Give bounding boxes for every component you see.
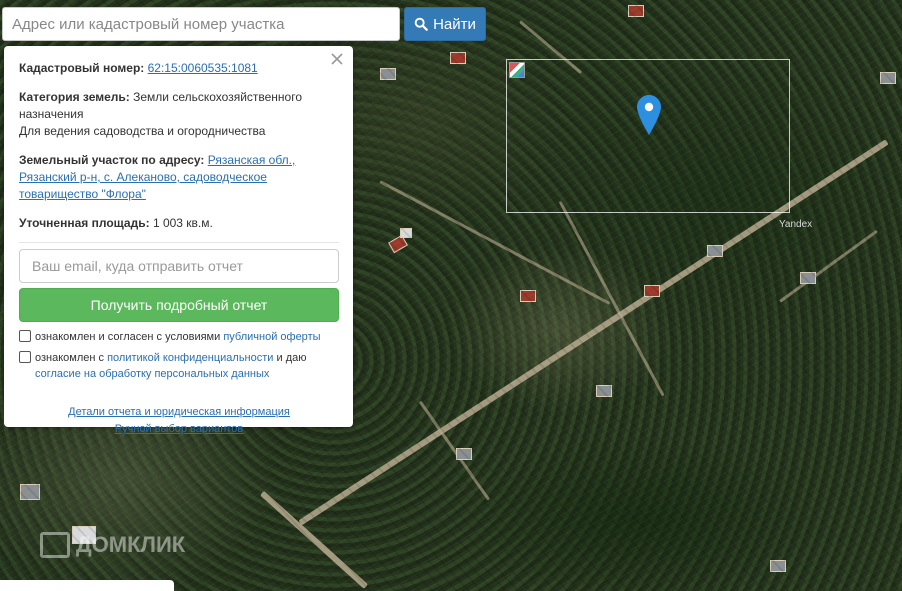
privacy-policy-link[interactable]: политикой конфиденциальности: [107, 352, 273, 364]
bottom-panel-edge: [0, 580, 174, 591]
offer-consent-label: ознакомлен и согласен с условиями: [35, 331, 221, 343]
cadastral-number-link[interactable]: 62:15:0060535:1081: [148, 61, 258, 75]
domclick-watermark: ДОМКЛИК: [40, 532, 185, 558]
map-building: [800, 272, 816, 284]
broken-image-icon: [509, 62, 525, 78]
cadastral-label: Кадастровый номер:: [19, 61, 145, 75]
map-building: [628, 5, 644, 17]
watermark-text: ДОМКЛИК: [76, 532, 186, 557]
search-button-label: Найти: [433, 15, 476, 33]
privacy-consent-row: ознакомлен с политикой конфиденциальност…: [19, 350, 339, 382]
map-building: [388, 234, 408, 254]
category-label: Категория земель:: [19, 90, 130, 104]
offer-consent-text: ознакомлен и согласен с условиями публич…: [35, 329, 321, 345]
parcel-info-panel: Кадастровый номер: 62:15:0060535:1081 Ка…: [4, 46, 353, 435]
email-field[interactable]: [19, 249, 339, 283]
map-pin-icon[interactable]: [637, 95, 661, 135]
address-label: Земельный участок по адресу:: [19, 153, 205, 167]
divider: [19, 242, 339, 243]
map-building: [456, 448, 472, 460]
privacy-consent-and: и даю: [276, 352, 307, 364]
map-building: [707, 245, 723, 257]
public-offer-link[interactable]: публичной оферты: [223, 331, 320, 343]
personal-data-consent-link[interactable]: согласие на обработку персональных данны…: [35, 368, 269, 380]
map-building: [880, 72, 896, 84]
area-label: Уточненная площадь:: [19, 216, 150, 230]
map-building: [380, 68, 396, 80]
report-details-link[interactable]: Детали отчета и юридическая информация: [19, 404, 339, 421]
offer-consent-checkbox[interactable]: [19, 330, 31, 342]
area-row: Уточненная площадь: 1 003 кв.м.: [19, 215, 339, 232]
map-building: [644, 285, 660, 297]
map-road: [779, 229, 878, 303]
map-building: [520, 290, 536, 302]
parcel-preview-frame: [506, 59, 790, 213]
privacy-consent-text: ознакомлен с политикой конфиденциальност…: [35, 350, 339, 382]
panel-footer-links: Детали отчета и юридическая информация Р…: [19, 404, 339, 438]
map-road: [418, 400, 491, 501]
get-report-button[interactable]: Получить подробный отчет: [19, 288, 339, 322]
map-road: [259, 490, 369, 589]
map-building: [400, 228, 412, 238]
category-row: Категория земель: Земли сельскохозяйстве…: [19, 89, 339, 140]
close-icon[interactable]: [330, 52, 344, 66]
map-building: [20, 484, 40, 500]
map-provider-label: Yandex: [779, 219, 813, 230]
privacy-consent-label: ознакомлен с: [35, 352, 105, 364]
map-building: [770, 560, 786, 572]
manual-selection-link[interactable]: Ручной выбор вариантов: [19, 421, 339, 438]
offer-consent-row: ознакомлен и согласен с условиями публич…: [19, 329, 339, 345]
search-input[interactable]: [2, 7, 400, 41]
cadastral-row: Кадастровый номер: 62:15:0060535:1081: [19, 60, 339, 77]
area-value: 1 003 кв.м.: [152, 216, 213, 230]
map-road: [558, 200, 665, 397]
house-logo-icon: [40, 532, 70, 558]
search-button[interactable]: Найти: [404, 7, 486, 41]
usage-value: Для ведения садоводства и огородничества: [19, 124, 266, 138]
privacy-consent-checkbox[interactable]: [19, 351, 31, 363]
map-building: [450, 52, 466, 64]
address-row: Земельный участок по адресу: Рязанская о…: [19, 152, 339, 203]
search-icon: [414, 17, 428, 31]
map-building: [596, 385, 612, 397]
